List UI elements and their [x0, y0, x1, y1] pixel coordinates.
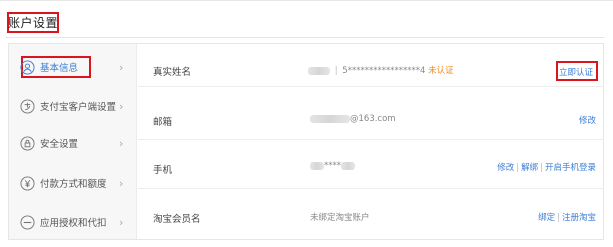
taobao-value: 未绑定淘宝账户 — [310, 213, 370, 223]
alipay-icon — [19, 98, 35, 114]
id-number-masked: 5*****************4 — [342, 66, 426, 76]
email-domain: @163.com — [350, 114, 396, 124]
block-icon — [19, 214, 35, 230]
masked-text — [308, 66, 330, 75]
verify-now-link[interactable]: 立即认证 — [559, 66, 593, 78]
verification-status: 未认证 — [428, 66, 454, 76]
row-label: 真实姓名 — [153, 67, 192, 78]
sidebar-item-label: 安全设置 — [40, 139, 79, 150]
sidebar-item-basic-info[interactable]: 基本信息 › — [9, 49, 137, 85]
yuan-icon — [19, 175, 35, 191]
top-border — [0, 0, 613, 1]
sidebar-item-label: 付款方式和额度 — [40, 179, 107, 190]
sidebar-item-alipay-client[interactable]: 支付宝客户端设置 › — [9, 88, 137, 124]
real-name-value: | 5*****************4 未认证 — [308, 64, 454, 76]
sidebar-item-security[interactable]: 安全设置 › — [9, 125, 137, 161]
chevron-right-icon: › — [119, 99, 124, 113]
page-title-highlight: 账户设置 — [7, 12, 59, 33]
chevron-right-icon: › — [119, 136, 124, 150]
row-label: 淘宝会员名 — [153, 214, 201, 225]
row-email: 邮箱 @163.com 修改 — [138, 98, 604, 140]
masked-text — [341, 161, 355, 170]
phone-actions: 修改 | 解绑 | 开启手机登录 — [497, 163, 596, 173]
row-label: 邮箱 — [153, 117, 173, 128]
register-taobao-link[interactable]: 注册淘宝 — [562, 213, 596, 223]
sidebar-item-label: 支付宝客户端设置 — [40, 102, 117, 113]
masked-text — [310, 161, 324, 170]
phone-masked: **** — [324, 161, 341, 171]
edit-email-link[interactable]: 修改 — [579, 114, 596, 126]
shield-lock-icon — [19, 135, 35, 151]
page-title: 账户设置 — [8, 16, 59, 30]
unbind-phone-link[interactable]: 解绑 — [521, 163, 538, 173]
sidebar: 基本信息 › 支付宝客户端设置 › 安全设置 › 付款方式和额度 › 应用授权和… — [9, 44, 137, 239]
settings-panel: 基本信息 › 支付宝客户端设置 › 安全设置 › 付款方式和额度 › 应用授权和… — [8, 43, 604, 240]
sidebar-item-payment-methods[interactable]: 付款方式和额度 › — [9, 165, 137, 201]
chevron-right-icon: › — [119, 215, 124, 229]
row-real-name: 真实姓名 | 5*****************4 未认证 立即认证 — [138, 49, 604, 87]
enable-phone-login-link[interactable]: 开启手机登录 — [545, 163, 596, 173]
row-taobao-member: 淘宝会员名 未绑定淘宝账户 绑定 | 注册淘宝 — [138, 192, 604, 238]
row-phone: 手机 **** 修改 | 解绑 | 开启手机登录 — [138, 143, 604, 189]
title-divider — [6, 37, 604, 38]
user-icon — [19, 59, 35, 75]
sidebar-item-label: 基本信息 — [40, 63, 79, 74]
chevron-right-icon: › — [119, 176, 124, 190]
chevron-right-icon: › — [119, 60, 124, 74]
email-value: @163.com — [310, 114, 396, 124]
taobao-actions: 绑定 | 注册淘宝 — [538, 213, 596, 223]
bind-taobao-link[interactable]: 绑定 — [538, 213, 555, 223]
masked-text — [310, 114, 350, 123]
edit-phone-link[interactable]: 修改 — [497, 163, 514, 173]
row-label: 手机 — [153, 165, 173, 176]
sidebar-item-app-authorization[interactable]: 应用授权和代扣 › — [9, 204, 137, 240]
sidebar-item-label: 应用授权和代扣 — [40, 218, 107, 229]
phone-value: **** — [310, 161, 355, 171]
